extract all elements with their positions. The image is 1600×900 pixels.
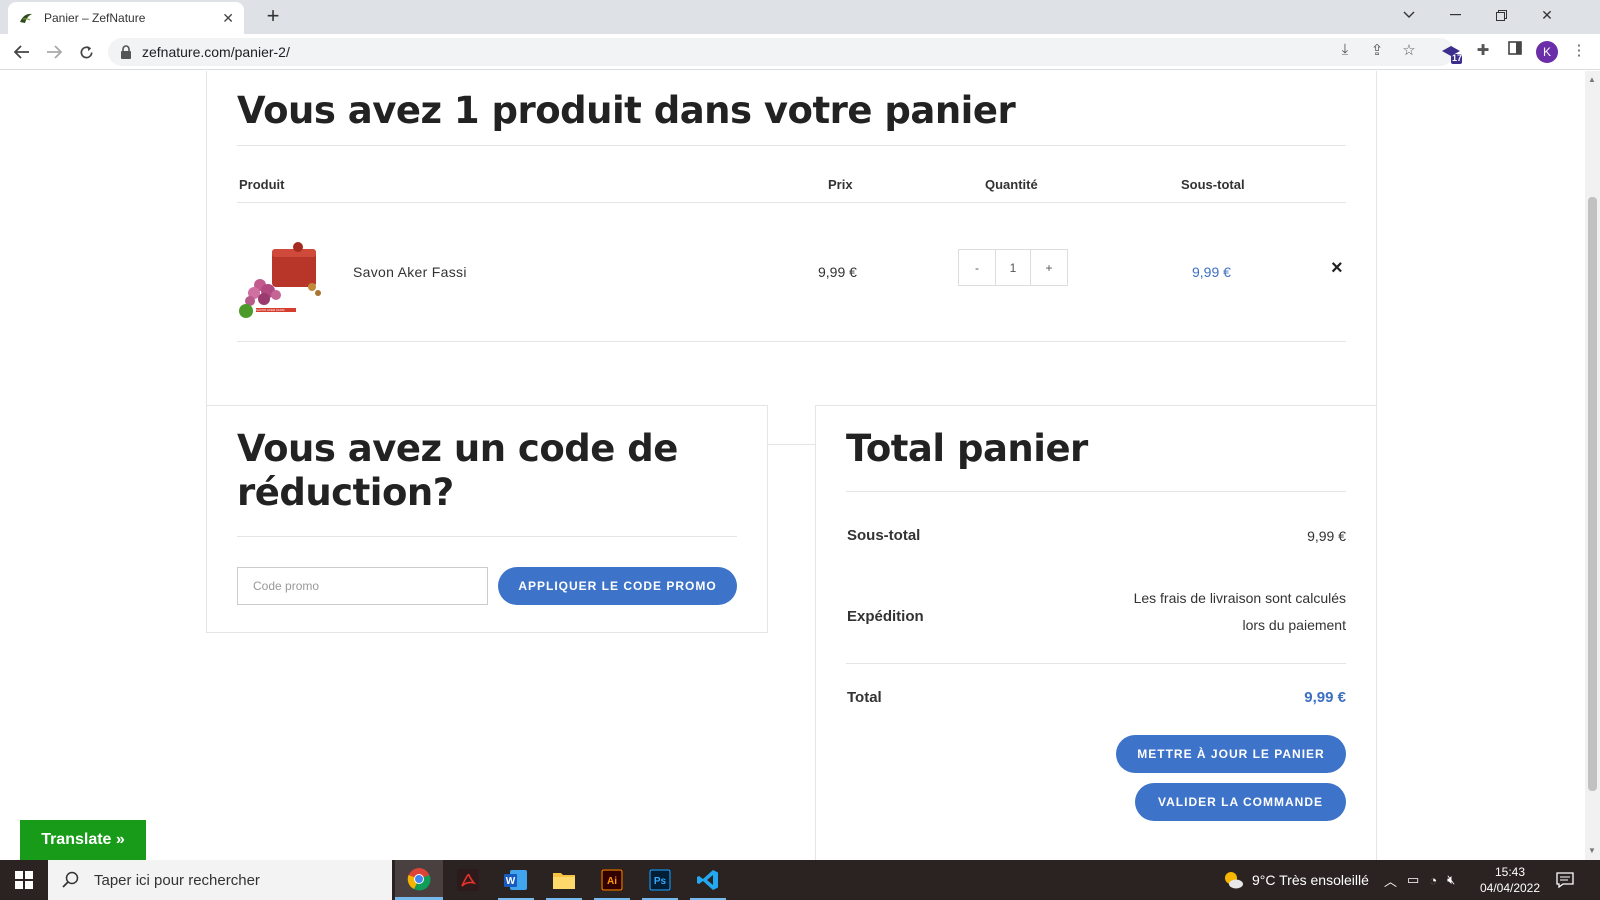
search-icon xyxy=(62,871,79,888)
promo-heading-line2: réduction? xyxy=(237,471,454,514)
promo-heading-line1: Vous avez un code de xyxy=(237,427,678,470)
restore-icon[interactable] xyxy=(1478,0,1524,30)
divider xyxy=(237,341,1346,342)
profile-avatar[interactable]: K xyxy=(1536,41,1558,63)
shipping-note: Les frais de livraison sont calculés lor… xyxy=(1046,585,1346,639)
back-icon[interactable] xyxy=(10,40,34,64)
extensions-puzzle-icon[interactable]: ✚ xyxy=(1472,41,1494,59)
divider xyxy=(237,145,1346,146)
page-content: Vous avez 1 produit dans votre panier Pr… xyxy=(0,71,1585,860)
wifi-icon[interactable]: ◔ xyxy=(1429,873,1437,888)
tab-title: Panier – ZefNature xyxy=(44,11,146,25)
product-thumbnail[interactable]: SAVON AKER FASSI xyxy=(238,239,326,319)
shipping-label: Expédition xyxy=(847,608,924,625)
bookmark-star-icon[interactable]: ☆ xyxy=(1398,41,1420,59)
taskbar-search-text: Taper ici pour rechercher xyxy=(94,871,260,889)
clock[interactable]: 15:43 04/04/2022 xyxy=(1480,860,1540,900)
weather-widget[interactable]: 9°C Très ensoleillé xyxy=(1222,860,1369,900)
col-header-subtotal: Sous-total xyxy=(1181,177,1245,192)
share-icon[interactable]: ⇪ xyxy=(1366,41,1388,59)
sun-cloud-icon xyxy=(1225,872,1243,889)
menu-kebab-icon[interactable]: ⋮ xyxy=(1568,41,1590,59)
new-tab-icon[interactable]: + xyxy=(260,3,286,29)
update-cart-button[interactable]: METTRE À JOUR LE PANIER xyxy=(1116,735,1346,773)
browser-tabbar: Panier – ZefNature ✕ + ✕ xyxy=(0,0,1600,34)
col-header-quantity: Quantité xyxy=(985,177,1038,192)
volume-muted-icon[interactable]: 🔇︎ xyxy=(1447,872,1455,888)
forward-icon[interactable] xyxy=(42,40,66,64)
side-panel-icon[interactable] xyxy=(1504,41,1526,59)
photoshop-app-icon[interactable]: Ps xyxy=(636,860,684,900)
checkout-button[interactable]: VALIDER LA COMMANDE xyxy=(1135,783,1346,821)
address-bar[interactable]: zefnature.com/panier-2/ xyxy=(108,38,1454,66)
tray-icons: ︿ ▭ ◔ 🔇︎ xyxy=(1384,860,1455,900)
product-name-link[interactable]: Savon Aker Fassi xyxy=(353,264,467,280)
minimize-icon[interactable] xyxy=(1432,0,1478,30)
extension-badge-icon[interactable]: 17 xyxy=(1440,42,1462,64)
tab-close-icon[interactable]: ✕ xyxy=(222,10,234,27)
subtotal-value: 9,99 € xyxy=(1307,528,1346,544)
svg-text:W: W xyxy=(506,876,516,887)
shipping-note-line1: Les frais de livraison sont calculés xyxy=(1133,590,1346,606)
battery-icon[interactable]: ▭ xyxy=(1407,872,1419,888)
translate-button[interactable]: Translate » xyxy=(20,820,146,860)
product-price: 9,99 € xyxy=(818,264,857,280)
subtotal-label: Sous-total xyxy=(847,527,921,544)
extension-badge-count: 17 xyxy=(1452,53,1463,63)
vscode-app-icon[interactable] xyxy=(684,860,732,900)
tab-search-icon[interactable] xyxy=(1386,0,1432,30)
svg-text:Ai: Ai xyxy=(607,876,617,887)
divider xyxy=(237,536,737,537)
notifications-icon[interactable] xyxy=(1556,860,1574,900)
total-label: Total xyxy=(847,689,882,706)
remove-item-icon[interactable]: × xyxy=(1331,257,1343,280)
quantity-stepper: - 1 + xyxy=(958,249,1068,286)
product-subtotal: 9,99 € xyxy=(1192,264,1231,280)
weather-text: 9°C Très ensoleillé xyxy=(1252,872,1369,888)
clock-date: 04/04/2022 xyxy=(1479,881,1541,895)
install-app-icon[interactable]: ⤓ xyxy=(1334,41,1356,58)
cart-heading: Vous avez 1 produit dans votre panier xyxy=(237,89,1016,132)
lock-icon xyxy=(121,45,131,59)
col-header-product: Produit xyxy=(239,177,285,192)
product-image-label: SAVON AKER FASSI xyxy=(256,308,285,312)
divider xyxy=(846,663,1346,664)
promo-heading: Vous avez un code de réduction? xyxy=(237,427,678,515)
scroll-down-icon[interactable]: ▼ xyxy=(1588,846,1596,855)
qty-decrease-button[interactable]: - xyxy=(959,250,995,285)
scroll-up-icon[interactable]: ▲ xyxy=(1588,75,1596,84)
url-text: zefnature.com/panier-2/ xyxy=(142,44,290,60)
qty-increase-button[interactable]: + xyxy=(1031,250,1067,285)
window-close-icon[interactable]: ✕ xyxy=(1524,0,1570,30)
divider xyxy=(237,202,1346,203)
clock-time: 15:43 xyxy=(1494,865,1526,879)
acrobat-app-icon[interactable] xyxy=(444,860,492,900)
promo-code-input[interactable] xyxy=(237,567,488,605)
qty-input[interactable]: 1 xyxy=(995,250,1031,285)
windows-start-icon[interactable] xyxy=(0,860,48,900)
browser-toolbar: zefnature.com/panier-2/ ⤓ ⇪ ☆ 17 ✚ ⋮ xyxy=(0,34,1600,70)
divider xyxy=(846,491,1346,492)
file-explorer-icon[interactable] xyxy=(540,860,588,900)
apply-promo-button[interactable]: APPLIQUER LE CODE PROMO xyxy=(498,567,737,605)
reload-icon[interactable] xyxy=(74,40,98,64)
shipping-note-line2: lors du paiement xyxy=(1242,617,1346,633)
show-hidden-icons-icon[interactable]: ︿ xyxy=(1384,871,1397,890)
word-app-icon[interactable]: W xyxy=(492,860,540,900)
scrollbar-thumb[interactable] xyxy=(1588,197,1597,791)
chrome-app-icon[interactable] xyxy=(395,860,443,900)
browser-tab[interactable]: Panier – ZefNature ✕ xyxy=(8,2,244,34)
page-scrollbar[interactable]: ▲ ▼ xyxy=(1585,71,1600,860)
site-favicon-icon xyxy=(20,13,32,23)
col-header-price: Prix xyxy=(828,177,853,192)
totals-heading: Total panier xyxy=(846,427,1088,470)
taskbar-search[interactable]: Taper ici pour rechercher xyxy=(48,860,392,900)
illustrator-app-icon[interactable]: Ai xyxy=(588,860,636,900)
total-value: 9,99 € xyxy=(1304,689,1346,706)
svg-text:Ps: Ps xyxy=(654,876,667,887)
windows-taskbar: Taper ici pour rechercher W Ai Ps 9°C Tr… xyxy=(0,860,1600,900)
